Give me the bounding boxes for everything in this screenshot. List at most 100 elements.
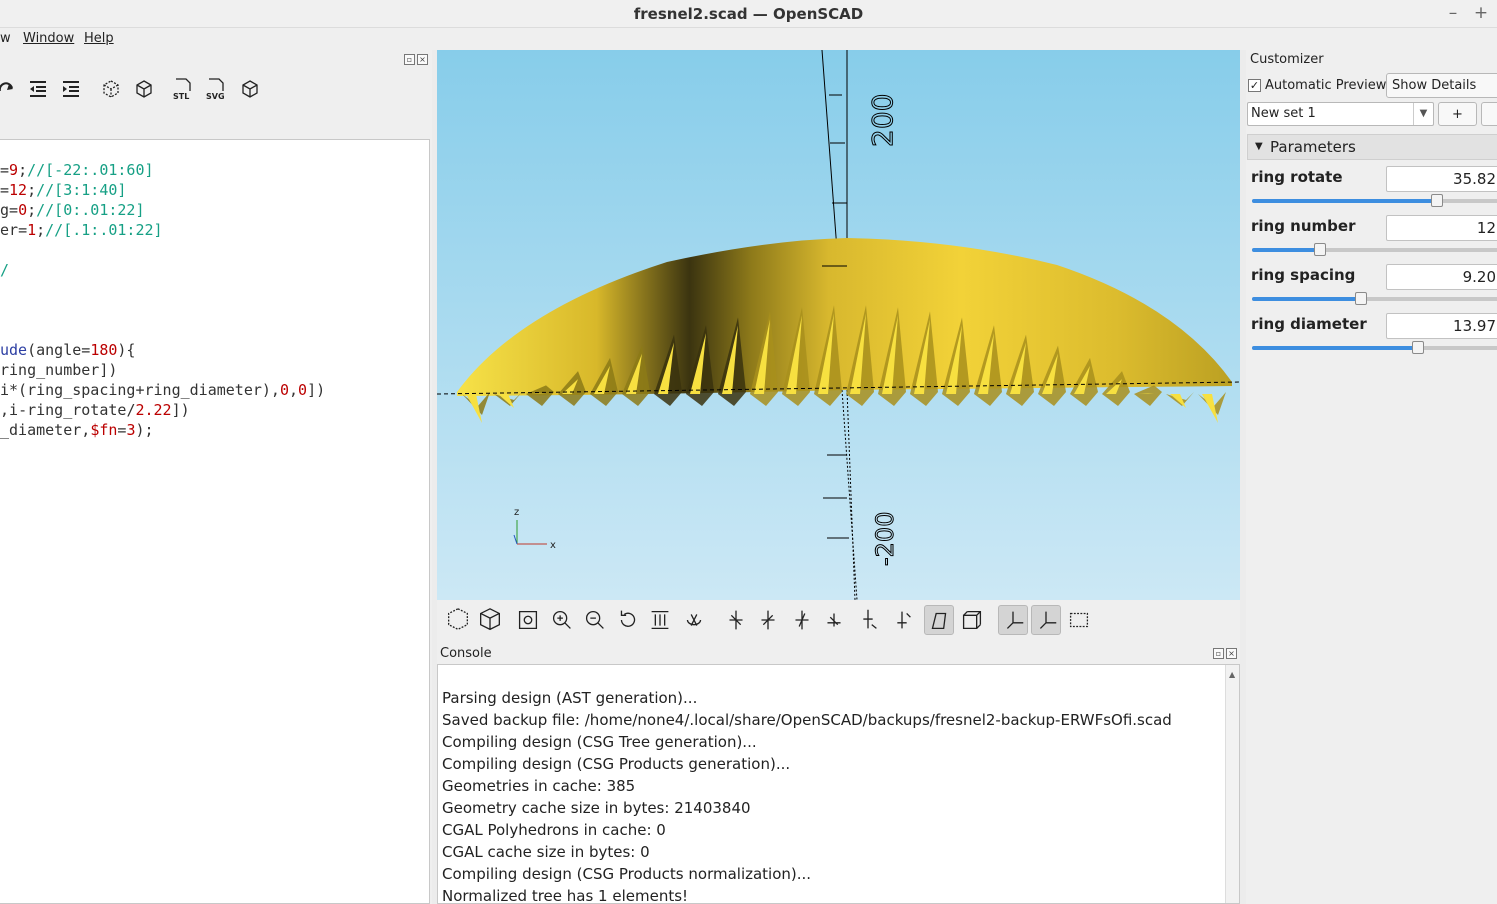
preset-select[interactable]: New set 1 ▼ (1247, 102, 1434, 126)
minimize-button[interactable]: – (1443, 3, 1463, 23)
float-panel-icon[interactable]: ▫ (404, 54, 415, 65)
param-name: ring spacing (1251, 266, 1356, 284)
console-line: CGAL cache size in bytes: 0 (442, 843, 650, 861)
view-diag-z-icon[interactable] (853, 605, 883, 635)
code-token: = (0, 161, 10, 179)
view-all-icon[interactable] (513, 605, 543, 635)
code-token: //[.1:.01:22] (45, 221, 163, 239)
menu-view[interactable]: w (0, 31, 11, 46)
slider-fill (1252, 346, 1419, 350)
slider-handle[interactable] (1430, 194, 1443, 207)
preset-value: New set 1 (1251, 106, 1316, 121)
code-token: //[3:1:40] (36, 181, 127, 199)
zoom-out-icon[interactable] (580, 605, 610, 635)
slider-handle[interactable] (1412, 341, 1425, 354)
indent-icon[interactable] (58, 76, 84, 102)
editor-toolbar: STL SVG (0, 68, 434, 108)
code-token: ; (18, 161, 28, 179)
code-token: *( (9, 381, 28, 399)
code-line: er=1;//[.1:.01:22] (0, 221, 163, 241)
code-token: er (0, 221, 19, 239)
close-panel-icon[interactable]: × (417, 54, 428, 65)
auto-preview-checkbox[interactable]: ✓ (1248, 79, 1261, 92)
param-value-input[interactable]: 35.82 (1386, 166, 1497, 192)
param-value-input[interactable]: 9.20 (1386, 264, 1497, 290)
slider-handle[interactable] (1355, 292, 1368, 305)
float-console-icon[interactable]: ▫ (1213, 648, 1224, 659)
view-left-icon[interactable] (753, 605, 783, 635)
close-console-icon[interactable]: × (1226, 648, 1237, 659)
render-icon[interactable] (131, 76, 157, 102)
preview-icon[interactable] (98, 76, 124, 102)
code-token: ring_rotate (27, 401, 127, 419)
export-stl-icon[interactable]: STL (170, 76, 196, 102)
view-diag-nz-icon[interactable] (887, 605, 917, 635)
view-bottom-icon[interactable] (679, 605, 709, 635)
code-editor[interactable]: =9;//[-22:.01:60] =12;//[3:1:40] g=0;//[0:… (0, 139, 430, 904)
code-token: $fn (90, 421, 118, 439)
view-back-icon[interactable] (819, 605, 849, 635)
console-scrollbar[interactable]: ▲ (1225, 665, 1239, 903)
console-line: Saved backup file: /home/none4/.local/sh… (442, 711, 1172, 729)
zoom-in-icon[interactable] (547, 605, 577, 635)
console-line: Geometries in cache: 385 (442, 777, 636, 795)
unindent-icon[interactable] (25, 76, 51, 102)
view-top-icon[interactable] (645, 605, 675, 635)
code-token: = (81, 341, 91, 359)
maximize-button[interactable]: + (1471, 3, 1491, 23)
3d-viewport[interactable]: 200 -200 z x (437, 50, 1240, 600)
code-token: ; (27, 201, 37, 219)
view-right-icon[interactable] (721, 605, 751, 635)
show-axes-icon[interactable] (998, 605, 1028, 635)
code-token: ]) (99, 361, 118, 379)
render-view-icon[interactable] (475, 605, 505, 635)
code-token: ){ (117, 341, 136, 359)
preview-view-icon[interactable] (443, 605, 473, 635)
orthogonal-icon[interactable] (957, 605, 987, 635)
code-line: _diameter,$fn=3); (0, 421, 154, 441)
param-slider[interactable] (1252, 243, 1497, 256)
show-scale-icon[interactable] (1031, 605, 1061, 635)
slider-fill (1252, 248, 1320, 252)
param-slider[interactable] (1252, 194, 1497, 207)
code-token: 0 (298, 381, 308, 399)
param-value-input[interactable]: 13.97 (1386, 313, 1497, 339)
parameters-group-header[interactable]: ▼ Parameters (1247, 134, 1497, 160)
code-line: / (0, 261, 9, 281)
menu-help[interactable]: Help (84, 31, 114, 46)
code-token: 12 (9, 181, 28, 199)
title-bar: fresnel2.scad — OpenSCAD – + (0, 0, 1497, 28)
remove-preset-button[interactable] (1481, 102, 1497, 126)
fresnel-tooth (1134, 385, 1162, 406)
scroll-up-icon[interactable]: ▲ (1229, 670, 1235, 679)
param-slider[interactable] (1252, 341, 1497, 354)
code-token: , (81, 421, 91, 439)
menu-window[interactable]: Window (23, 31, 74, 46)
menu-window-label: Window (23, 31, 75, 46)
code-token: 180 (90, 341, 118, 359)
export-3d-icon[interactable] (237, 76, 263, 102)
view-front-icon[interactable] (787, 605, 817, 635)
show-edges-icon[interactable] (1064, 605, 1094, 635)
model-render: 200 -200 z x (437, 50, 1240, 600)
slider-fill (1252, 297, 1362, 301)
param-slider[interactable] (1252, 292, 1497, 305)
reset-view-icon[interactable] (613, 605, 643, 635)
code-token: i (0, 381, 10, 399)
perspective-icon[interactable] (924, 605, 954, 635)
gizmo-x-label: x (550, 540, 556, 551)
code-token: , (289, 381, 299, 399)
redo-icon[interactable] (0, 76, 20, 102)
console-output[interactable]: ▲ Parsing design (AST generation)... Save… (437, 664, 1240, 904)
slider-handle[interactable] (1313, 243, 1326, 256)
add-preset-button[interactable]: + (1438, 102, 1477, 126)
axis-gizmo: z x (513, 507, 556, 551)
export-svg-icon[interactable]: SVG (203, 76, 229, 102)
code-token: 9 (9, 161, 19, 179)
param-value-input[interactable]: 12 (1386, 215, 1497, 241)
code-token: ]) (171, 401, 190, 419)
menu-bar: w Window Help (0, 28, 434, 50)
code-token: ; (36, 221, 46, 239)
show-details-dropdown[interactable]: Show Details (1386, 73, 1497, 98)
code-token: = (9, 201, 19, 219)
